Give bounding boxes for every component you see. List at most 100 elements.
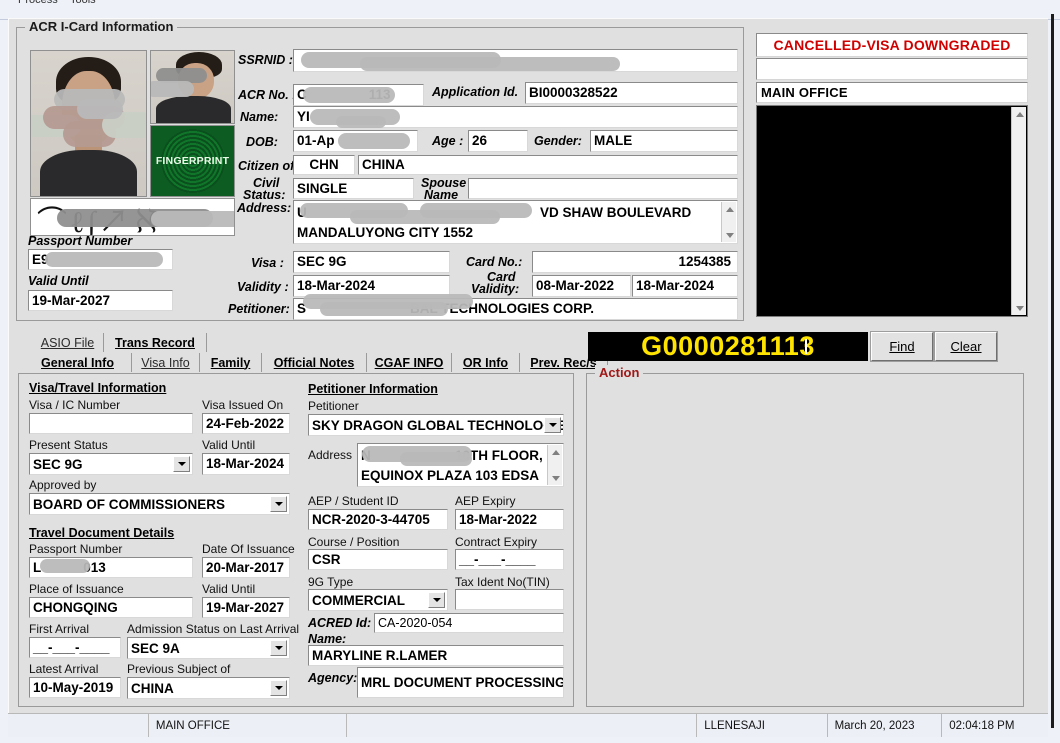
combo-present-status[interactable]: SEC 9G <box>29 453 193 475</box>
action-group-legend: Action <box>595 365 643 380</box>
field-contract-expiry[interactable]: __-___-____ <box>455 549 564 570</box>
address-scrollbar[interactable] <box>721 202 736 242</box>
label-approved-by: Approved by <box>29 478 96 492</box>
id-number-display: G0000281113 <box>588 332 868 361</box>
label-acred-name: Name: <box>308 632 346 646</box>
field-application-id[interactable]: BI0000328522 <box>525 82 738 104</box>
label-citizen-of: Citizen of: <box>238 159 298 173</box>
label-acr-no: ACR No. : <box>238 88 296 102</box>
tab-cgaf-info[interactable]: CGAF INFO <box>367 353 452 372</box>
office-field[interactable]: MAIN OFFICE <box>756 82 1028 103</box>
label-date-of-issuance: Date Of Issuance <box>202 542 295 556</box>
field-civil-status[interactable]: SINGLE <box>293 178 414 199</box>
label-petitioner-address: Address <box>308 448 352 462</box>
applicant-photo-side <box>150 50 235 124</box>
label-age: Age : <box>432 134 463 148</box>
combo-present-status-value: SEC 9G <box>33 457 83 472</box>
field-place-of-issuance[interactable]: CHONGQING <box>29 597 193 618</box>
field-card-validity-to[interactable]: 18-Mar-2024 <box>632 275 738 297</box>
find-button[interactable]: Find <box>871 332 933 361</box>
tab-trans-record[interactable]: Trans Record <box>104 333 207 352</box>
address-scroll-down-icon[interactable] <box>722 228 737 242</box>
field-date-of-issuance[interactable]: 20-Mar-2017 <box>202 557 290 578</box>
menu-item-process[interactable]: Process <box>18 0 58 6</box>
label-contract-expiry: Contract Expiry <box>455 535 537 549</box>
label-passport-number: Passport Number <box>28 234 132 248</box>
combo-petitioner[interactable]: SKY DRAGON GLOBAL TECHNOLOGIES <box>308 414 564 436</box>
document-preview-panel[interactable] <box>756 105 1028 317</box>
label-previous-subject-of: Previous Subject of <box>127 662 230 676</box>
address-line2: MANDALUYONG CITY 1552 <box>297 223 734 243</box>
field-latest-arrival[interactable]: 10-May-2019 <box>29 677 121 698</box>
field-gender[interactable]: MALE <box>590 130 738 152</box>
status-bar: MAIN OFFICE LLENESAJI March 20, 2023 02:… <box>8 713 1048 737</box>
outer-tab-strip: ASIO File Trans Record <box>32 333 572 352</box>
field-first-arrival[interactable]: __-___-____ <box>29 637 121 658</box>
label-ssrnid: SSRNID : <box>238 53 293 67</box>
label-card-validity-line2: Validity: <box>471 282 519 296</box>
combo-previous-subject-of[interactable]: CHINA <box>127 677 290 699</box>
label-address: Address: <box>237 201 291 215</box>
combo-approved-by[interactable]: BOARD OF COMMISSIONERS <box>29 493 290 515</box>
chevron-down-icon[interactable] <box>428 592 445 608</box>
field-visa[interactable]: SEC 9G <box>293 251 450 273</box>
label-card-no: Card No.: <box>466 255 522 269</box>
combo-admission-status-value: SEC 9A <box>131 641 180 656</box>
tab-family[interactable]: Family <box>200 353 262 372</box>
field-valid-until-visa[interactable]: 18-Mar-2024 <box>202 453 290 475</box>
combo-approved-by-value: BOARD OF COMMISSIONERS <box>33 497 225 512</box>
chevron-down-icon[interactable] <box>270 680 287 696</box>
label-aep-expiry: AEP Expiry <box>455 494 515 508</box>
field-valid-until-td[interactable]: 19-Mar-2027 <box>202 597 290 618</box>
text-caret <box>805 339 807 354</box>
menu-item-tools[interactable]: Tools <box>70 0 96 6</box>
field-citizen-name[interactable]: CHINA <box>358 155 738 175</box>
field-acred-name[interactable]: MARYLINE R.LAMER <box>308 645 564 666</box>
tab-or-info[interactable]: OR Info <box>452 353 520 372</box>
combo-admission-status[interactable]: SEC 9A <box>127 637 290 659</box>
field-course-position[interactable]: CSR <box>308 549 448 570</box>
field-aep-student-id[interactable]: NCR-2020-3-44705 <box>308 509 448 530</box>
field-visa-ic-number[interactable] <box>29 413 193 434</box>
field-tin[interactable] <box>455 589 564 610</box>
field-card-validity-from[interactable]: 08-Mar-2022 <box>532 275 631 297</box>
label-acred-id: ACRED Id: <box>308 616 371 630</box>
pet-address-scroll-up-icon[interactable] <box>548 445 563 459</box>
chevron-down-icon[interactable] <box>270 496 287 512</box>
field-age[interactable]: 26 <box>468 130 528 152</box>
travel-doc-section-title: Travel Document Details <box>29 526 174 540</box>
label-9g-type: 9G Type <box>308 575 353 589</box>
petitioner-address-scrollbar[interactable] <box>547 445 562 485</box>
label-petitioner-acr: Petitioner: <box>228 302 290 316</box>
tab-visa-info[interactable]: Visa Info <box>132 353 200 372</box>
field-card-no[interactable]: 1254385 <box>532 251 738 273</box>
label-valid-until-visa: Valid Until <box>202 438 255 452</box>
chevron-down-icon[interactable] <box>173 456 190 472</box>
field-citizen-code[interactable]: CHN <box>293 155 355 175</box>
tab-official-notes[interactable]: Official Notes <box>262 353 367 372</box>
clear-button[interactable]: Clear <box>935 332 997 361</box>
tab-asio-file[interactable]: ASIO File <box>32 333 104 352</box>
status-secondary-field[interactable] <box>756 58 1028 80</box>
field-aep-expiry[interactable]: 18-Mar-2022 <box>455 509 564 530</box>
label-first-arrival: First Arrival <box>29 622 89 636</box>
chevron-down-icon[interactable] <box>544 417 561 433</box>
field-visa-issued-on[interactable]: 24-Feb-2022 <box>202 413 290 434</box>
pet-address-scroll-down-icon[interactable] <box>548 471 563 485</box>
combo-9g-type[interactable]: COMMERCIAL <box>308 589 448 611</box>
tab-asio-file-label: ASIO File <box>41 336 95 350</box>
combo-9g-type-value: COMMERCIAL <box>312 593 405 608</box>
preview-scrollbar[interactable] <box>1011 107 1026 315</box>
field-agency[interactable]: MRL DOCUMENT PROCESSING SERVIC <box>357 667 564 698</box>
field-valid-until-left[interactable]: 19-Mar-2027 <box>28 290 173 311</box>
petitioner-section-title: Petitioner Information <box>308 382 438 396</box>
preview-scroll-down-icon[interactable] <box>1012 301 1027 315</box>
preview-scroll-up-icon[interactable] <box>1012 107 1027 121</box>
field-acred-id[interactable]: CA-2020-054 <box>374 613 564 633</box>
label-visa-issued-on: Visa Issued On <box>202 398 283 412</box>
inner-tab-strip: General Info Visa Info Family Official N… <box>24 353 574 373</box>
field-spouse-name[interactable] <box>468 178 738 199</box>
address-scroll-up-icon[interactable] <box>722 202 737 216</box>
tab-general-info[interactable]: General Info <box>24 353 132 372</box>
chevron-down-icon[interactable] <box>270 640 287 656</box>
